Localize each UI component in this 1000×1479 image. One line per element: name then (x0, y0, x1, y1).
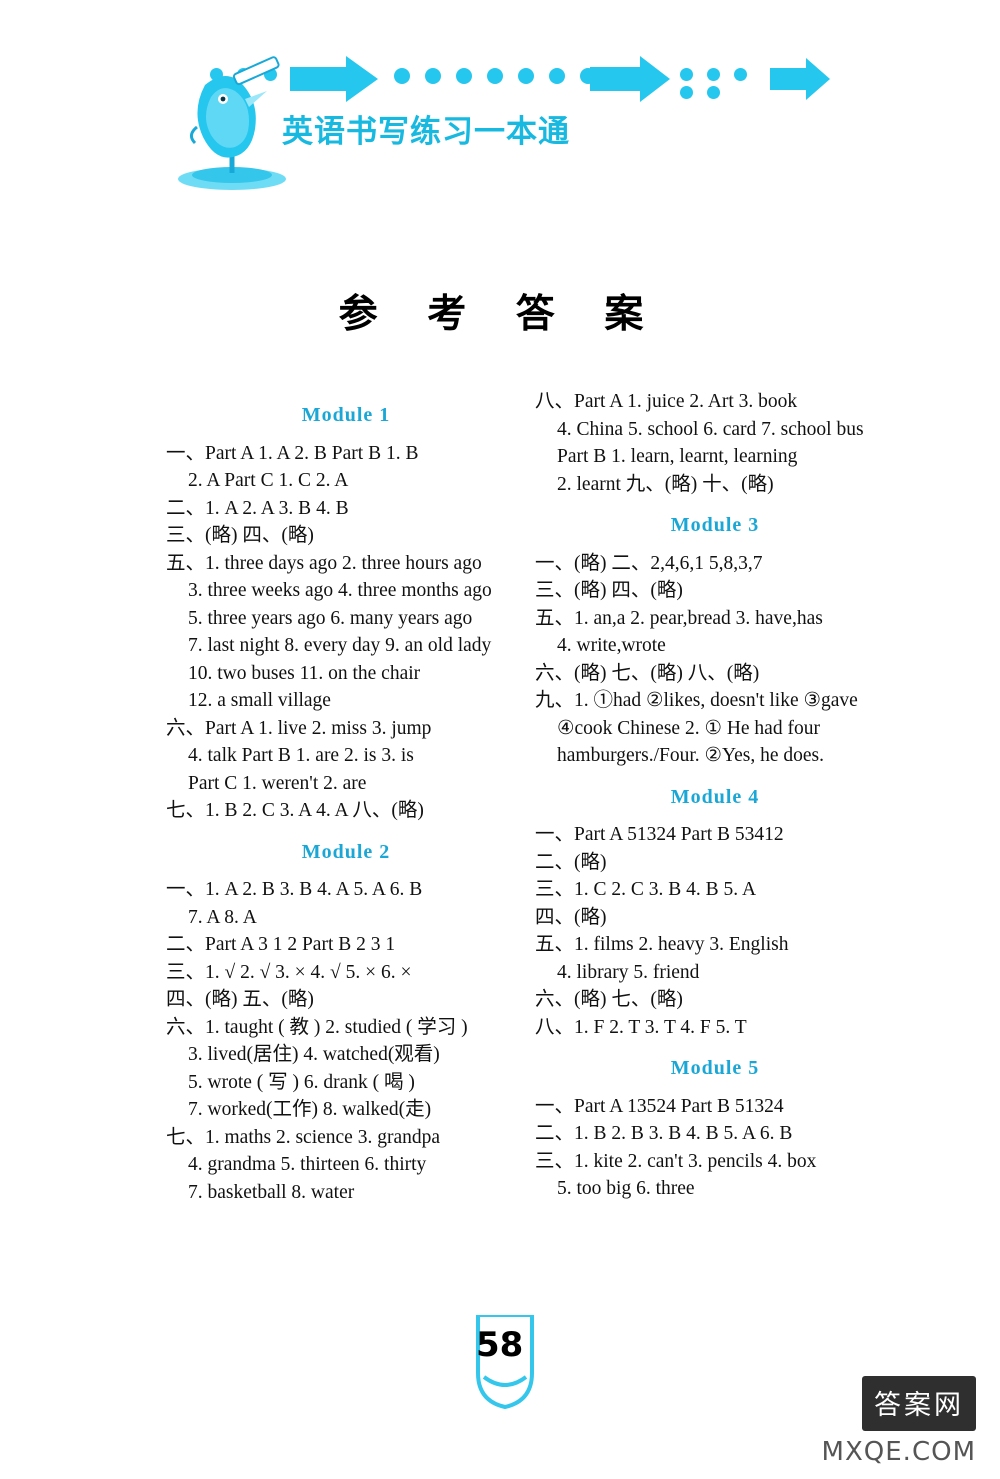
answer-line: 一、Part A 13524 Part B 51324 (535, 1095, 784, 1117)
watermark-box-text: 答案网 (862, 1376, 976, 1431)
answer-line: 七、1. B 2. C 3. A 4. A 八、(略) (166, 800, 424, 821)
answer-line: 2. A Part C 1. C 2. A (188, 470, 349, 491)
answer-column-right: 八、Part A 1. juice 2. Art 3. book 4. China… (535, 388, 895, 1203)
answer-line: 7. worked(工作) 8. walked(走) (188, 1099, 432, 1120)
module-heading: Module 2 (301, 840, 391, 863)
dot (394, 68, 410, 84)
page-banner: 英语书写练习一本通 (0, 0, 1000, 200)
dot (518, 68, 534, 84)
answer-line: 三、(略) 四、(略) (166, 525, 314, 546)
answer-line: hamburgers./Four. ②Yes, he does. (557, 745, 825, 766)
answer-line: 六、(略) 七、(略) (535, 989, 683, 1010)
answer-line: 7. A 8. A (188, 906, 257, 928)
answer-line: 九、1. ①had ②likes, doesn't like ③gave (535, 690, 858, 711)
answer-line: 一、Part A 1. A 2. B Part B 1. B (166, 442, 419, 464)
dot-group-2 (394, 68, 607, 86)
answer-line: 六、1. taught ( 教 ) 2. studied ( 学习 ) (166, 1016, 468, 1038)
answer-line: 三、1. kite 2. can't 3. pencils 4. box (535, 1150, 817, 1172)
module-heading: Module 3 (670, 514, 760, 536)
dot-group-3 (680, 68, 780, 99)
answer-line: 四、(略) (535, 906, 607, 928)
module-heading: Module 1 (301, 404, 391, 426)
answer-line: 一、1. A 2. B 3. B 4. A 5. A 6. B (166, 879, 423, 900)
right-arrow-icon (590, 56, 670, 102)
answer-line: 4. grandma 5. thirteen 6. thirty (188, 1154, 427, 1175)
page-title: 参 考 答 案 (338, 292, 662, 337)
answer-line: 二、(略) (535, 851, 607, 873)
dot (707, 68, 720, 81)
dot (734, 68, 747, 81)
answer-line: 5. wrote ( 写 ) 6. drank ( 喝 ) (188, 1071, 415, 1093)
dot (707, 86, 720, 99)
answer-line: 一、(略) 二、2,4,6,1 5,8,3,7 (535, 552, 763, 574)
dot (680, 86, 693, 99)
answer-line: 2. learnt 九、(略) 十、(略) (557, 473, 774, 495)
answer-line: 六、(略) 七、(略) 八、(略) (535, 662, 760, 684)
answer-line: ④cook Chinese 2. ① He had four (557, 717, 820, 739)
answer-line: 五、1. an,a 2. pear,bread 3. have,has (535, 607, 823, 629)
answer-line: 八、1. F 2. T 3. T 4. F 5. T (535, 1016, 747, 1038)
answer-line: Part C 1. weren't 2. are (188, 772, 367, 794)
answer-line: 三、1. √ 2. √ 3. × 4. √ 5. × 6. × (166, 961, 412, 983)
answer-line: 七、1. maths 2. science 3. grandpa (166, 1126, 441, 1148)
module-heading: Module 5 (670, 1057, 760, 1079)
dot (425, 68, 441, 84)
answer-line: 二、Part A 3 1 2 Part B 2 3 1 (166, 934, 396, 955)
answer-line: 三、(略) 四、(略) (535, 580, 683, 601)
answer-line: 五、1. three days ago 2. three hours ago (166, 552, 482, 574)
watermark-site-text: MXQE.COM (821, 1437, 976, 1467)
answer-line: 5. three years ago 6. many years ago (188, 607, 473, 629)
dot (549, 68, 565, 84)
right-arrow-icon (290, 56, 378, 102)
dot (456, 68, 472, 84)
answer-line: 六、Part A 1. live 2. miss 3. jump (166, 717, 432, 739)
answer-key-page: 英语书写练习一本通 参 考 答 案 Module 1 一、Part A 1. A … (0, 0, 1000, 1479)
answer-line: 五、1. films 2. heavy 3. English (535, 934, 789, 955)
answer-line: 四、(略) 五、(略) (166, 989, 314, 1010)
dot (487, 68, 503, 84)
answer-line: 3. three weeks ago 4. three months ago (188, 580, 492, 601)
answer-line: 二、1. A 2. A 3. B 4. B (166, 497, 349, 519)
answer-line: Part B 1. learn, learnt, learning (557, 446, 798, 467)
answer-line: 7. basketball 8. water (188, 1181, 355, 1203)
bird-pen-logo-icon (175, 55, 290, 190)
answer-line: 4. talk Part B 1. are 2. is 3. is (188, 745, 414, 766)
answer-line: 10. two buses 11. on the chair (188, 662, 421, 684)
answer-line: 5. too big 6. three (557, 1178, 695, 1199)
watermark: 答案网 MXQE.COM (800, 1373, 990, 1473)
right-arrow-icon (770, 58, 830, 100)
answer-line: 二、1. B 2. B 3. B 4. B 5. A 6. B (535, 1123, 793, 1144)
answer-line: 八、Part A 1. juice 2. Art 3. book (535, 391, 798, 412)
page-number: 58 (476, 1325, 524, 1365)
book-title: 英语书写练习一本通 (282, 114, 570, 150)
answer-line: 4. library 5. friend (557, 961, 700, 983)
answer-line: 3. lived(居住) 4. watched(观看) (188, 1044, 440, 1065)
answer-line: 一、Part A 51324 Part B 53412 (535, 824, 784, 845)
answer-column-left: Module 1 一、Part A 1. A 2. B Part B 1. B 2.… (166, 388, 526, 1206)
answer-line: 4. write,wrote (557, 635, 666, 656)
page-number-badge: 58 (470, 1315, 540, 1410)
module-heading: Module 4 (670, 785, 760, 808)
answer-line: 7. last night 8. every day 9. an old lad… (188, 635, 492, 656)
answer-line: 4. China 5. school 6. card 7. school bus (557, 418, 864, 440)
answer-line: 12. a small village (188, 690, 331, 711)
answer-line: 三、1. C 2. C 3. B 4. B 5. A (535, 879, 757, 900)
dot (680, 68, 693, 81)
